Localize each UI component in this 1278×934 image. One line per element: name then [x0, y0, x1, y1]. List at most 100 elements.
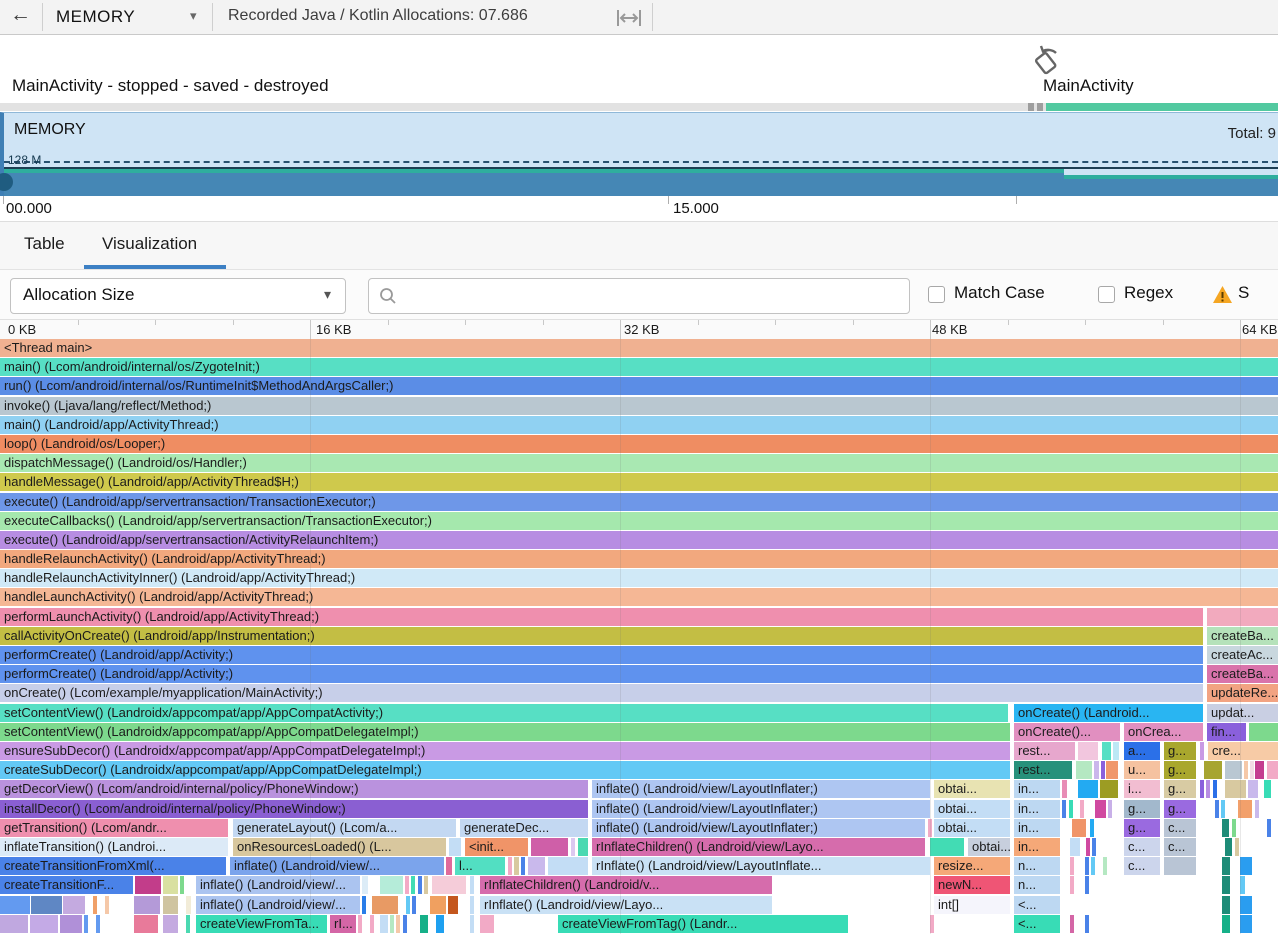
- flame-cell[interactable]: [372, 896, 398, 914]
- flame-cell[interactable]: in...: [1014, 780, 1060, 798]
- allocation-size-dropdown[interactable]: Allocation Size ▾: [10, 278, 346, 314]
- flame-cell[interactable]: rInflateChildren() (Landroid/v...: [480, 876, 772, 894]
- flame-cell[interactable]: [1091, 857, 1095, 875]
- flame-cell[interactable]: inflate() (Landroid/view/LayoutInflater;…: [592, 780, 930, 798]
- flame-cell[interactable]: [1267, 761, 1278, 779]
- flame-cell[interactable]: [1078, 780, 1098, 798]
- flame-cell[interactable]: inflate() (Landroid/view/...: [196, 896, 360, 914]
- flame-cell[interactable]: [93, 896, 97, 914]
- flame-cell[interactable]: resize...: [934, 857, 1010, 875]
- flame-cell[interactable]: in...: [1014, 819, 1060, 837]
- chevron-down-icon[interactable]: ▾: [190, 8, 197, 24]
- flame-cell[interactable]: createAc...: [1207, 646, 1278, 664]
- flame-cell[interactable]: rI...: [330, 915, 356, 933]
- flame-cell[interactable]: [1070, 915, 1074, 933]
- flame-cell[interactable]: [1200, 742, 1204, 760]
- flame-cell[interactable]: [449, 838, 461, 856]
- profiler-dropdown[interactable]: MEMORY: [56, 7, 135, 27]
- flame-cell[interactable]: getTransition() (Lcom/andr...: [0, 819, 228, 837]
- flame-cell[interactable]: [380, 915, 388, 933]
- flame-cell[interactable]: [1225, 780, 1246, 798]
- flame-cell[interactable]: generateLayout() (Lcom/a...: [233, 819, 456, 837]
- flame-cell[interactable]: createBa...: [1207, 665, 1278, 683]
- flame-cell[interactable]: [134, 915, 158, 933]
- flame-cell[interactable]: [430, 896, 446, 914]
- flame-cell[interactable]: obtai...: [934, 780, 1010, 798]
- flame-cell[interactable]: [420, 915, 428, 933]
- flame-cell[interactable]: updateRe...: [1207, 684, 1278, 702]
- flame-cell[interactable]: c...: [1124, 857, 1160, 875]
- flame-cell[interactable]: [163, 876, 178, 894]
- flame-cell[interactable]: [1085, 915, 1089, 933]
- flame-cell[interactable]: [406, 896, 410, 914]
- flame-cell[interactable]: [358, 915, 362, 933]
- flame-cell[interactable]: [362, 896, 366, 914]
- flame-cell[interactable]: [1240, 915, 1252, 933]
- flame-cell[interactable]: [1102, 742, 1111, 760]
- flame-cell[interactable]: getDecorView() (Lcom/android/internal/po…: [0, 780, 588, 798]
- flame-cell[interactable]: [470, 876, 474, 894]
- flame-cell[interactable]: [380, 876, 403, 894]
- flame-cell[interactable]: [1255, 761, 1264, 779]
- flame-cell[interactable]: [1062, 780, 1067, 798]
- flame-cell[interactable]: g...: [1164, 780, 1196, 798]
- flame-cell[interactable]: [1222, 857, 1230, 875]
- flame-cell[interactable]: [508, 857, 512, 875]
- flame-cell[interactable]: <Thread main>: [0, 339, 1278, 357]
- flame-cell[interactable]: [1248, 780, 1258, 798]
- flame-cell[interactable]: obtai...: [934, 819, 1010, 837]
- flame-cell[interactable]: [1240, 857, 1252, 875]
- flame-cell[interactable]: obtai...: [968, 838, 1010, 856]
- flame-cell[interactable]: [1070, 857, 1074, 875]
- flame-cell[interactable]: createTransitionF...: [0, 876, 133, 894]
- flame-cell[interactable]: in...: [1014, 838, 1060, 856]
- flame-cell[interactable]: [134, 896, 160, 914]
- flame-cell[interactable]: [390, 915, 394, 933]
- flame-cell[interactable]: [1235, 838, 1239, 856]
- flame-cell[interactable]: onCrea...: [1124, 723, 1203, 741]
- flame-cell[interactable]: c...: [1164, 819, 1196, 837]
- flame-cell[interactable]: dispatchMessage() (Landroid/os/Handler;): [0, 454, 1278, 472]
- flame-cell[interactable]: c...: [1164, 838, 1196, 856]
- flame-cell[interactable]: [528, 857, 545, 875]
- flame-cell[interactable]: [163, 915, 178, 933]
- flame-cell[interactable]: a...: [1124, 742, 1160, 760]
- flame-cell[interactable]: n...: [1014, 857, 1060, 875]
- flame-cell[interactable]: inflate() (Landroid/view/LayoutInflater;…: [592, 800, 930, 818]
- flame-cell[interactable]: [1221, 800, 1225, 818]
- flame-cell[interactable]: [1225, 761, 1242, 779]
- flame-cell[interactable]: [470, 896, 474, 914]
- flame-cell[interactable]: performCreate() (Landroid/app/Activity;): [0, 646, 1203, 664]
- flame-cell[interactable]: [1264, 780, 1271, 798]
- flame-cell[interactable]: [412, 896, 416, 914]
- flame-cell[interactable]: [424, 876, 428, 894]
- flame-cell[interactable]: createViewFromTag() (Landr...: [558, 915, 848, 933]
- flame-cell[interactable]: [1244, 761, 1248, 779]
- zoom-to-fit-icon[interactable]: [616, 8, 642, 33]
- flame-cell[interactable]: [31, 896, 62, 914]
- flame-cell[interactable]: n...: [1014, 876, 1060, 894]
- flame-cell[interactable]: inflate() (Landroid/view/...: [196, 876, 360, 894]
- flame-cell[interactable]: rInflate() (Landroid/view/Layo...: [480, 896, 772, 914]
- flame-cell[interactable]: inflate() (Landroid/view/LayoutInflater;…: [592, 819, 925, 837]
- flame-cell[interactable]: handleRelaunchActivityInner() (Landroid/…: [0, 569, 1278, 587]
- flame-cell[interactable]: rest...: [1014, 742, 1075, 760]
- tab-table[interactable]: Table: [24, 222, 65, 266]
- flame-cell[interactable]: [1100, 780, 1118, 798]
- flame-cell[interactable]: l...: [455, 857, 505, 875]
- flame-cell[interactable]: rInflateChildren() (Landroid/view/Layo..…: [592, 838, 925, 856]
- flame-cell[interactable]: [1092, 838, 1096, 856]
- match-case-checkbox[interactable]: [928, 286, 945, 303]
- flame-cell[interactable]: [163, 896, 178, 914]
- flame-cell[interactable]: main() (Lcom/android/internal/os/ZygoteI…: [0, 358, 1278, 376]
- flame-cell[interactable]: [432, 876, 466, 894]
- flame-cell[interactable]: [0, 915, 28, 933]
- flame-cell[interactable]: g...: [1124, 800, 1160, 818]
- flame-cell[interactable]: [186, 896, 191, 914]
- flame-cell[interactable]: i...: [1124, 780, 1160, 798]
- flame-cell[interactable]: [548, 857, 588, 875]
- flame-cell[interactable]: [0, 896, 30, 914]
- flame-cell[interactable]: [362, 876, 368, 894]
- flame-cell[interactable]: c...: [1124, 838, 1160, 856]
- flame-cell[interactable]: callActivityOnCreate() (Landroid/app/Ins…: [0, 627, 1203, 645]
